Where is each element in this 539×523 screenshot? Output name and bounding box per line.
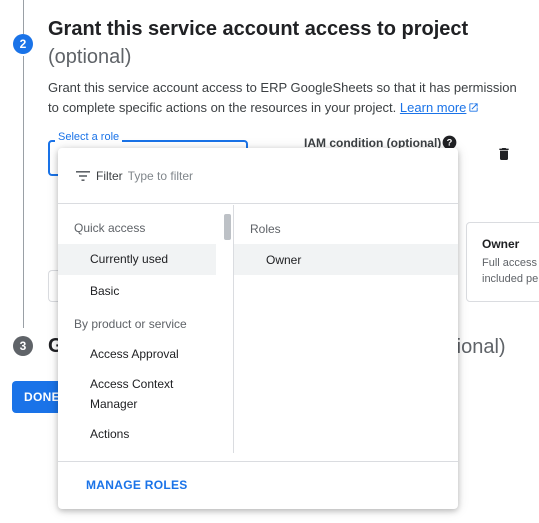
column-divider xyxy=(233,205,234,453)
role-card-title: Owner xyxy=(482,237,520,251)
filter-icon xyxy=(76,170,90,181)
step-2-title: Grant this service account access to pro… xyxy=(48,18,469,40)
category-currently-used[interactable]: Currently used xyxy=(58,244,216,275)
roles-heading: Roles xyxy=(250,222,281,236)
stepper-line xyxy=(23,56,24,328)
external-link-icon xyxy=(469,103,479,112)
manage-roles-button[interactable]: MANAGE ROLES xyxy=(86,478,188,492)
delete-icon[interactable] xyxy=(496,146,512,162)
step-2-description: Grant this service account access to ERP… xyxy=(48,78,528,118)
role-option-owner[interactable]: Owner xyxy=(234,244,458,275)
category-scrollbar[interactable] xyxy=(223,212,232,454)
category-list[interactable]: Quick access Currently used Basic By pro… xyxy=(58,205,218,453)
category-access-context-manager[interactable]: Access Context Manager xyxy=(58,374,208,414)
learn-more-link[interactable]: Learn more xyxy=(400,100,479,115)
role-card-line-2: included pe xyxy=(482,273,539,285)
role-select-label: Select a role xyxy=(55,131,123,143)
step-2-badge: 2 xyxy=(13,34,33,54)
role-info-card: Owner Full access included pe xyxy=(466,222,539,302)
section-heading-by-product: By product or service xyxy=(74,317,187,331)
svg-text:?: ? xyxy=(447,138,453,148)
category-scrollbar-thumb[interactable] xyxy=(224,214,231,240)
role-card-line-1: Full access xyxy=(482,257,538,269)
footer-divider xyxy=(58,461,458,462)
stepper-line-top xyxy=(23,0,24,34)
filter-row: Filter xyxy=(58,148,458,204)
step-2-subtitle: (optional) xyxy=(48,46,132,68)
filter-label: Filter xyxy=(96,168,123,183)
step-3-badge: 3 xyxy=(13,336,33,356)
category-basic[interactable]: Basic xyxy=(58,281,216,301)
done-button[interactable]: DONE xyxy=(12,381,62,413)
role-dropdown-panel: Filter Quick access Currently used Basic… xyxy=(58,148,458,509)
category-actions[interactable]: Actions xyxy=(58,424,216,444)
category-access-approval[interactable]: Access Approval xyxy=(58,344,216,364)
filter-input[interactable] xyxy=(127,168,328,183)
section-heading-quick-access: Quick access xyxy=(74,221,146,235)
